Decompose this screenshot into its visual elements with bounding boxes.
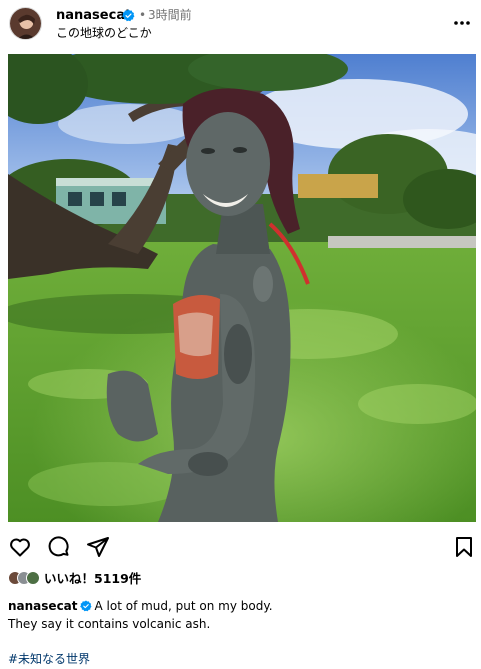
caption-text-line2: They say it contains volcanic ash. [8, 617, 211, 631]
post-header: nanasecat • 3時間前 この地球のどこか [0, 0, 481, 50]
action-bar [0, 530, 481, 564]
bookmark-icon[interactable] [452, 535, 476, 559]
caption-username[interactable]: nanasecat [8, 599, 78, 613]
comment-icon[interactable] [47, 535, 71, 559]
share-icon[interactable] [86, 535, 110, 559]
hashtag-link[interactable]: #未知なる世界 [8, 651, 90, 667]
post-username[interactable]: nanasecat [56, 7, 131, 24]
liker-avatar [26, 571, 40, 585]
post-time[interactable]: 3時間前 [148, 7, 192, 24]
post-location[interactable]: この地球のどこか [56, 25, 152, 41]
caption: nanasecat A lot of mud, put on my body. T… [8, 597, 473, 633]
post-photo[interactable] [8, 54, 476, 522]
likes-count[interactable]: いいね！5119件 [44, 570, 141, 587]
avatar[interactable] [9, 7, 42, 40]
verified-badge-icon [122, 9, 135, 22]
separator-dot: • [139, 8, 147, 22]
verified-badge-icon [79, 600, 92, 612]
heart-icon[interactable] [8, 535, 32, 559]
more-options-icon[interactable] [452, 13, 472, 33]
caption-text-line1: A lot of mud, put on my body. [94, 599, 273, 613]
